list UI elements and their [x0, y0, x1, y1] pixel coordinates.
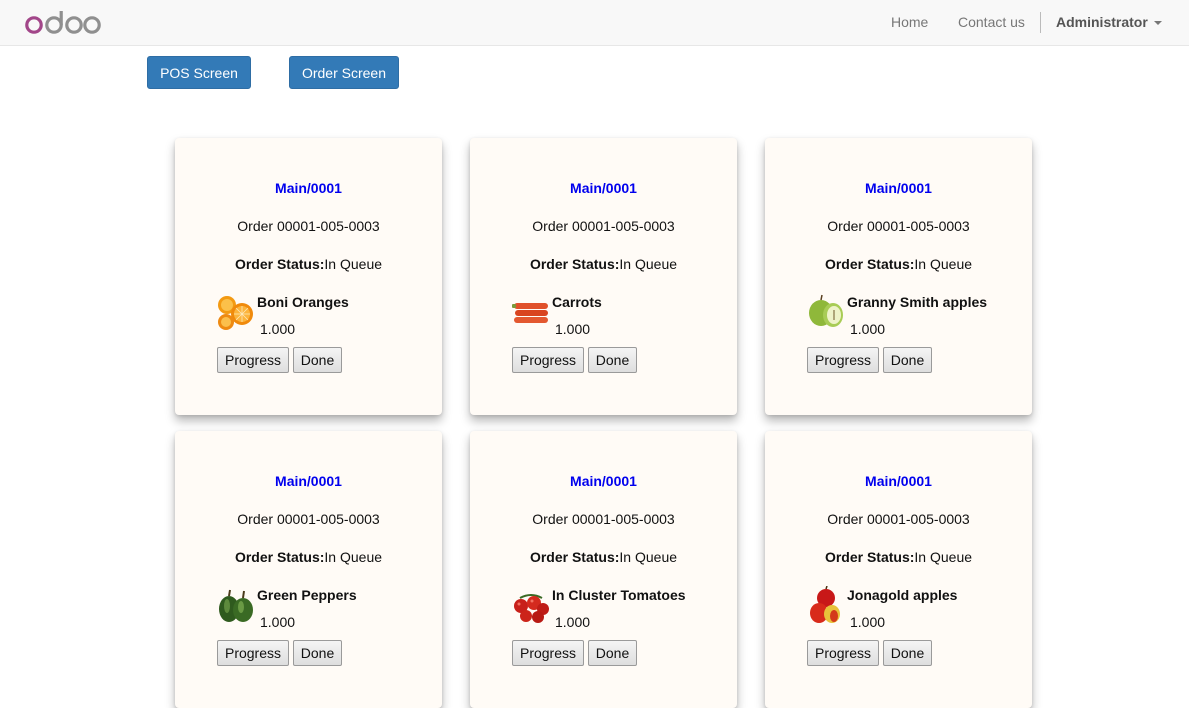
product-name: Granny Smith apples — [847, 294, 988, 310]
order-ref-link[interactable]: Main/0001 — [765, 180, 1032, 196]
order-status-value: In Queue — [324, 256, 383, 272]
order-card: Main/0001 Order 00001-005-0003 Order Sta… — [470, 138, 737, 415]
nav-divider — [1040, 12, 1041, 33]
done-button[interactable]: Done — [883, 347, 932, 373]
product-qty: 1.000 — [555, 321, 591, 337]
progress-button[interactable]: Progress — [217, 640, 289, 666]
order-screen-button[interactable]: Order Screen — [289, 56, 399, 89]
green-pepper-icon — [219, 589, 253, 622]
order-status-value: In Queue — [914, 549, 973, 565]
caret-down-icon — [1153, 21, 1162, 26]
order-status-value: In Queue — [619, 549, 678, 565]
product-name: Carrots — [552, 294, 602, 310]
order-status-label: Order Status: — [234, 549, 325, 565]
order-number: Order 00001-005-0003 — [827, 511, 970, 527]
done-button[interactable]: Done — [588, 347, 637, 373]
order-number: Order 00001-005-0003 — [237, 511, 380, 527]
carrot-icon — [512, 303, 548, 323]
orange-icon — [218, 296, 253, 330]
pos-screen-button[interactable]: POS Screen — [147, 56, 251, 89]
progress-button[interactable]: Progress — [512, 347, 584, 373]
product-qty: 1.000 — [555, 614, 591, 630]
order-status-label: Order Status: — [824, 549, 915, 565]
order-status: Order Status:In Queue — [175, 549, 442, 565]
done-button[interactable]: Done — [293, 640, 342, 666]
order-ref-link[interactable]: Main/0001 — [470, 473, 737, 489]
order-ref-link[interactable]: Main/0001 — [470, 180, 737, 196]
order-number: Order 00001-005-0003 — [532, 511, 675, 527]
order-status-value: In Queue — [914, 256, 973, 272]
green-apple-icon — [809, 294, 843, 327]
order-card: Main/0001 Order 00001-005-0003 Order Sta… — [765, 431, 1032, 708]
order-ref-link[interactable]: Main/0001 — [765, 473, 1032, 489]
order-card: Main/0001 Order 00001-005-0003 Order Sta… — [175, 138, 442, 415]
order-status-label: Order Status: — [529, 256, 620, 272]
nav-home-link[interactable]: Home — [891, 14, 928, 30]
progress-button[interactable]: Progress — [807, 347, 879, 373]
user-name: Administrator — [1056, 14, 1148, 30]
done-button[interactable]: Done — [588, 640, 637, 666]
product-qty: 1.000 — [260, 614, 296, 630]
order-ref-link[interactable]: Main/0001 — [175, 473, 442, 489]
done-button[interactable]: Done — [293, 347, 342, 373]
order-status-value: In Queue — [619, 256, 678, 272]
order-card: Main/0001 Order 00001-005-0003 Order Sta… — [175, 431, 442, 708]
product-qty: 1.000 — [850, 321, 886, 337]
product-name: In Cluster Tomatoes — [552, 587, 686, 603]
product-name: Jonagold apples — [847, 587, 958, 603]
product-qty: 1.000 — [260, 321, 296, 337]
progress-button[interactable]: Progress — [512, 640, 584, 666]
order-number: Order 00001-005-0003 — [827, 218, 970, 234]
nav-contact-link[interactable]: Contact us — [958, 14, 1025, 30]
tomato-icon — [514, 594, 549, 623]
order-ref-link[interactable]: Main/0001 — [175, 180, 442, 196]
user-menu[interactable]: Administrator — [1056, 14, 1162, 30]
order-number: Order 00001-005-0003 — [532, 218, 675, 234]
order-card: Main/0001 Order 00001-005-0003 Order Sta… — [765, 138, 1032, 415]
done-button[interactable]: Done — [883, 640, 932, 666]
order-status-value: In Queue — [324, 549, 383, 565]
order-card: Main/0001 Order 00001-005-0003 Order Sta… — [470, 431, 737, 708]
order-status: Order Status:In Queue — [765, 549, 1032, 565]
product-name: Green Peppers — [257, 587, 357, 603]
progress-button[interactable]: Progress — [217, 347, 289, 373]
order-status: Order Status:In Queue — [470, 256, 737, 272]
order-status-label: Order Status: — [824, 256, 915, 272]
order-status: Order Status:In Queue — [175, 256, 442, 272]
odoo-logo[interactable] — [24, 9, 102, 37]
order-number: Order 00001-005-0003 — [237, 218, 380, 234]
order-status-label: Order Status: — [234, 256, 325, 272]
product-qty: 1.000 — [850, 614, 886, 630]
product-name: Boni Oranges — [257, 294, 349, 310]
red-apple-icon — [810, 586, 840, 623]
progress-button[interactable]: Progress — [807, 640, 879, 666]
order-status: Order Status:In Queue — [765, 256, 1032, 272]
order-status-label: Order Status: — [529, 549, 620, 565]
top-navbar: Home Contact us Administrator — [0, 0, 1189, 46]
order-status: Order Status:In Queue — [470, 549, 737, 565]
